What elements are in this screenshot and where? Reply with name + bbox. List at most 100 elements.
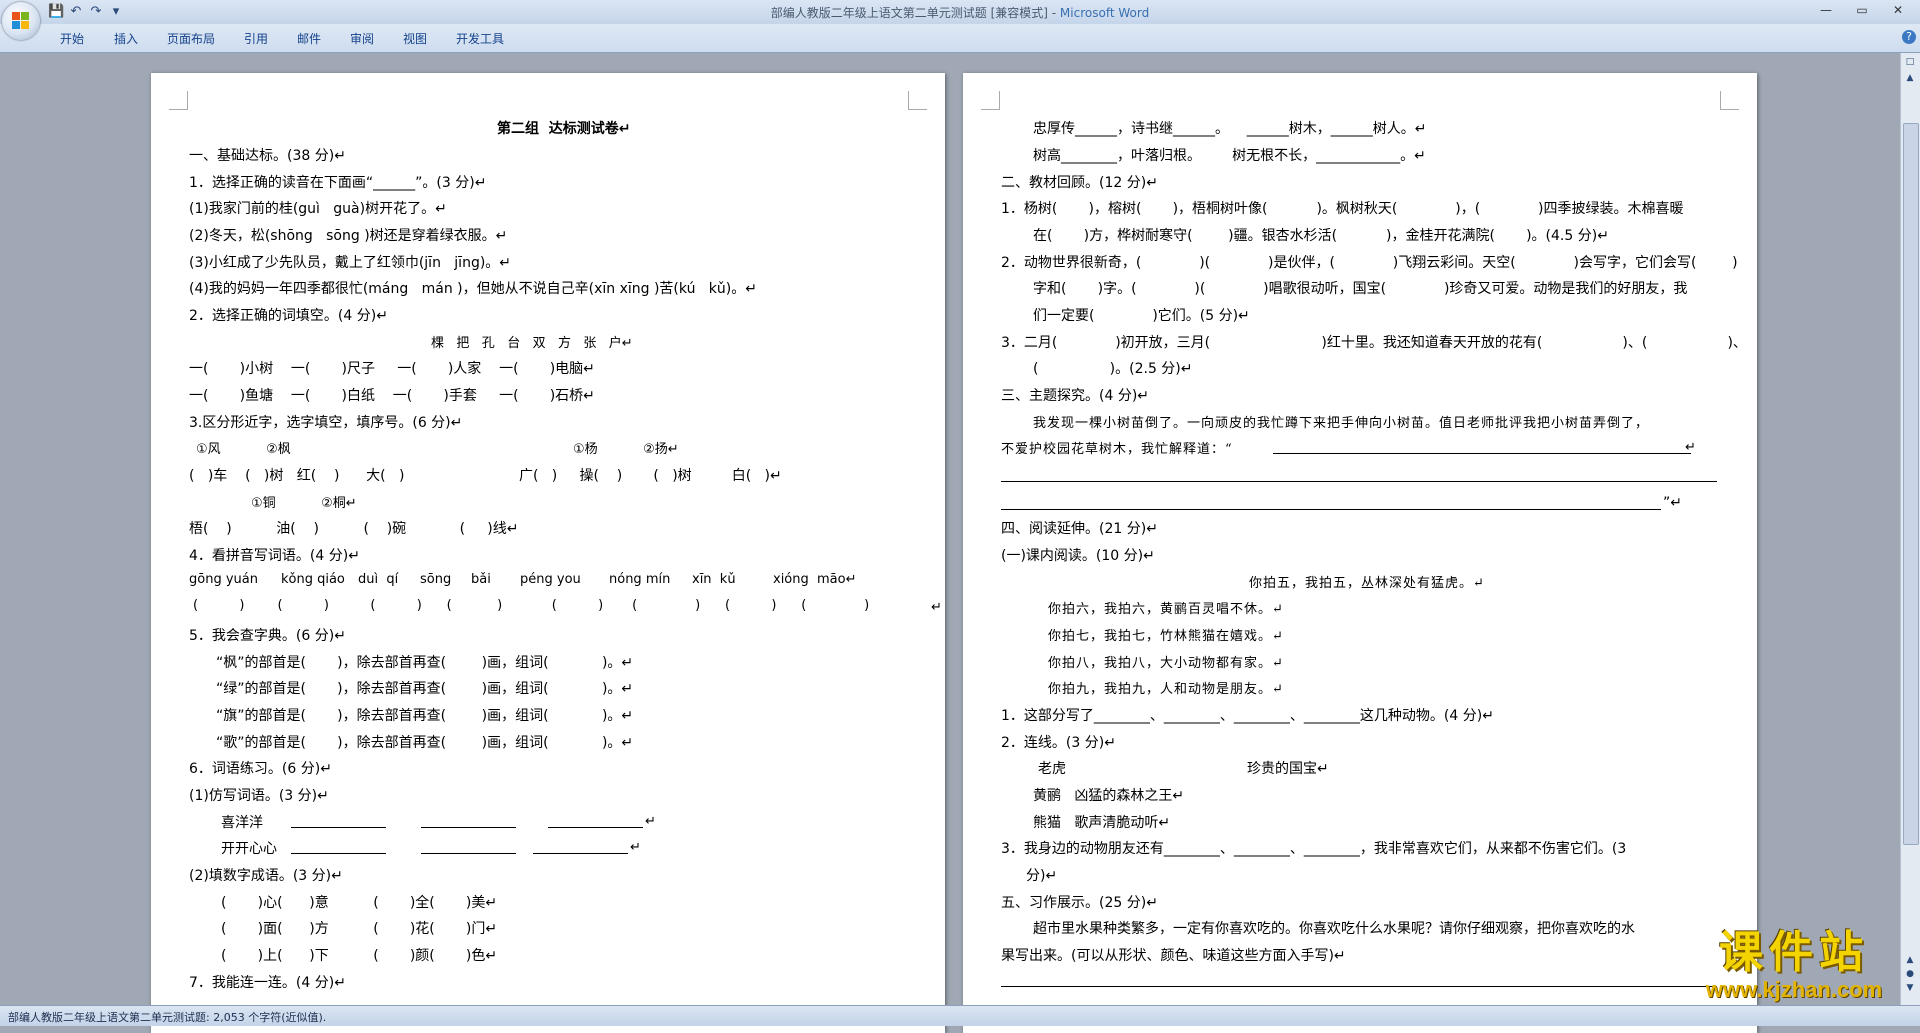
question-line: 1．杨树( )，榕树( )，梧桐树叶像( )。枫树秋天( )，( )四季披绿装。…	[1001, 201, 1684, 217]
question-line: 1．选择正确的读音在下面画“______”。(3 分)↵	[189, 175, 487, 191]
question-line: 7．我能连一连。(4 分)↵	[189, 975, 346, 991]
question-line: “旗”的部首是( )，除去部首再查( )画，组词( )。↵	[216, 708, 634, 724]
margin-mark	[1720, 91, 1739, 110]
app-name: Microsoft Word	[1059, 6, 1150, 20]
close-icon[interactable]: ✕	[1880, 0, 1916, 20]
section-heading: 五、习作展示。(25 分)↵	[1001, 895, 1158, 911]
tab-review[interactable]: 审阅	[350, 30, 374, 47]
answer-line	[291, 827, 386, 828]
question-line: 4．看拼音写词语。(4 分)↵	[189, 548, 360, 564]
question-line: 梧( ) 油( ) ( )碗 ( )线↵	[189, 521, 519, 537]
question-line: 2．选择正确的词填空。(4 分)↵	[189, 308, 388, 324]
question-line: 果写出来。(可以从形状、颜色、味道这些方面入手写)↵	[1001, 948, 1346, 964]
match-item: 熊猫 歌声清脆动听↵	[1033, 815, 1171, 831]
pinyin: xióng māo↵	[773, 572, 857, 587]
document-page-right[interactable]: 忠厚传______，诗书继______。 ______树木，______树人。↵…	[963, 73, 1757, 1033]
poem-line: 你拍五，我拍五，丛林深处有猛虎。↵	[1249, 576, 1485, 591]
pinyin: gōng yuán	[189, 572, 258, 587]
question-line: (2)填数字成语。(3 分)↵	[189, 868, 343, 884]
question-line: 们一定要( )它们。(5 分)↵	[1033, 308, 1250, 324]
question-line: (1)仿写词语。(3 分)↵	[189, 788, 329, 804]
office-button[interactable]	[2, 2, 40, 40]
question-line: 分)↵	[1026, 868, 1058, 884]
question-line: 字和( )字。( )( )唱歌很动听，国宝( )珍奇又可爱。动物是我们的好朋友，…	[1033, 281, 1688, 297]
watermark-url: www.kjzhan.com	[1705, 977, 1883, 1002]
scroll-up-icon[interactable]: ▲	[1903, 71, 1917, 85]
question-line: 2．连线。(3 分)↵	[1001, 735, 1116, 751]
watermark-title: 课件站	[1719, 927, 1869, 978]
question-line: (4)我的妈妈一年四季都很忙(máng mán )，但她从不说自己辛(xīn x…	[189, 281, 757, 297]
question-line: 超市里水果种类繁多，一定有你喜欢吃的。你喜欢吃什么水果呢？请你仔细观察，把你喜欢…	[1033, 921, 1635, 937]
question-line: (2)冬天，松(shōng sōng )树还是穿着绿衣服。↵	[189, 228, 508, 244]
customize-toolbar-icon[interactable]: ▾	[108, 4, 124, 20]
question-line: ( )心( )意 ( )全( )美↵	[221, 895, 498, 911]
undo-icon[interactable]: ↶	[68, 4, 84, 20]
save-icon[interactable]: 💾	[48, 4, 64, 20]
status-bar: 部编人教版二年级上语文第二单元测试题: 2,053 个字符(近似值).	[0, 1005, 1920, 1026]
ribbon-tabs: 开始 插入 页面布局 引用 邮件 审阅 视图 开发工具	[0, 24, 1920, 53]
question-line: 1．这部分写了________、________、________、______…	[1001, 708, 1494, 724]
question-line: “绿”的部首是( )，除去部首再查( )画，组词( )。↵	[216, 681, 634, 697]
help-icon[interactable]: ?	[1902, 30, 1916, 44]
example-word: 开开心心	[221, 841, 277, 857]
document-title: 部编人教版二年级上语文第二单元测试题 [兼容模式] -	[770, 6, 1060, 20]
question-line: 2．动物世界很新奇，( )( )是伙伴，( )飞翔云彩间。天空( )会写字，它们…	[1001, 255, 1738, 271]
answer-line	[533, 853, 628, 854]
redo-icon[interactable]: ↷	[88, 4, 104, 20]
poem-line: 你拍九，我拍九，人和动物是朋友。↵	[1048, 682, 1284, 697]
pinyin: duì qí	[358, 572, 399, 587]
question-line: (3)小红成了少先队员，戴上了红领巾(jīn jīng)。↵	[189, 255, 512, 271]
option-line: ①杨 ②扬↵	[573, 442, 679, 457]
status-text: 部编人教版二年级上语文第二单元测试题: 2,053 个字符(近似值).	[8, 1011, 327, 1024]
question-line: “歌”的部首是( )，除去部首再查( )画，组词( )。↵	[216, 735, 634, 751]
office-logo-icon	[12, 12, 30, 30]
scrollbar-thumb[interactable]	[1903, 123, 1919, 845]
margin-mark	[169, 91, 188, 110]
section-heading: 一、基础达标。(38 分)↵	[189, 148, 346, 164]
paragraph-mark: ↵	[931, 600, 942, 615]
passage-line: 不爱护校园花草树木，我忙解释道：“	[1001, 442, 1233, 457]
section-heading: 二、教材回顾。(12 分)↵	[1001, 175, 1158, 191]
answer-line	[1001, 509, 1661, 510]
match-item: 老虎	[1038, 761, 1066, 777]
tab-developer[interactable]: 开发工具	[456, 30, 504, 47]
answer-brackets: ( ) ( ) ( ) ( ) ( ) ( ) ( ) ( )	[193, 598, 870, 613]
question-line: ( )。(2.5 分)↵	[1033, 361, 1193, 377]
answer-line	[421, 827, 516, 828]
pinyin: kǒng qiáo	[281, 572, 345, 587]
tab-view[interactable]: 视图	[403, 30, 427, 47]
pinyin: bǎi	[471, 572, 491, 587]
question-line: 广( ) 操( ) ( )树 白( )↵	[519, 468, 782, 484]
match-item: 珍贵的国宝↵	[1247, 761, 1329, 777]
question-line: 3．我身边的动物朋友还有________、________、________，我…	[1001, 841, 1627, 857]
tab-insert[interactable]: 插入	[114, 30, 138, 47]
minimize-icon[interactable]: —	[1808, 0, 1844, 20]
section-heading: 四、阅读延伸。(21 分)↵	[1001, 521, 1158, 537]
option-line: ①风 ②枫	[196, 442, 291, 457]
maximize-icon[interactable]: ▭	[1844, 0, 1880, 20]
paragraph-mark: ↵	[630, 840, 641, 855]
poem-line: 你拍六，我拍六，黄鹂百灵唱不休。↵	[1048, 602, 1284, 617]
question-line: ( )上( )下 ( )颜( )色↵	[221, 948, 498, 964]
section-heading: 三、主题探究。(4 分)↵	[1001, 388, 1150, 404]
question-line: 3.区分形近字，选字填空，填序号。(6 分)↵	[189, 415, 463, 431]
question-line: 在( )方，桦树耐寒守( )疆。银杏水杉活( )，金桂开花满院( )。(4.5 …	[1033, 228, 1609, 244]
match-item: 黄鹂 凶猛的森林之王↵	[1033, 788, 1185, 804]
vertical-scrollbar[interactable]: □ ▲ ▲ ● ▼	[1900, 53, 1920, 1005]
question-line: 6．词语练习。(6 分)↵	[189, 761, 332, 777]
document-page-left[interactable]: 第二组 达标测试卷↵ 一、基础达标。(38 分)↵ 1．选择正确的读音在下面画“…	[151, 73, 945, 1033]
watermark-logo: 课件站 www.kjzhan.com	[1682, 927, 1906, 1003]
question-line: 3．二月( )初开放，三月( )红十里。我还知道春天开放的花有( )、( )、	[1001, 335, 1747, 351]
poem-line: 你拍七，我拍七，竹林熊猫在嬉戏。↵	[1048, 629, 1284, 644]
passage-line: 我发现一棵小树苗倒了。一向顽皮的我忙蹲下来把手伸向小树苗。值日老师批评我把小树苗…	[1033, 416, 1650, 431]
question-line: (一)课内阅读。(10 分)↵	[1001, 548, 1155, 564]
tab-home[interactable]: 开始	[60, 30, 84, 47]
tab-page-layout[interactable]: 页面布局	[167, 30, 215, 47]
ruler-toggle-icon[interactable]: □	[1903, 55, 1917, 69]
tab-references[interactable]: 引用	[244, 30, 268, 47]
pinyin: péng you	[520, 572, 581, 587]
answer-line	[291, 853, 386, 854]
tab-mailings[interactable]: 邮件	[297, 30, 321, 47]
question-line: 5．我会查字典。(6 分)↵	[189, 628, 346, 644]
question-line: ( )面( )方 ( )花( )门↵	[221, 921, 498, 937]
